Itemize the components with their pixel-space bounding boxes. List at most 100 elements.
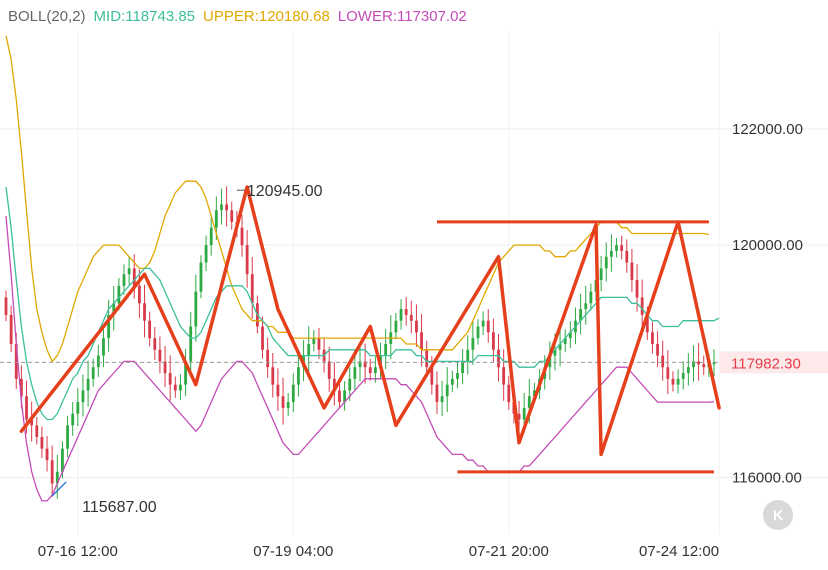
candle-body (4, 297, 8, 315)
candle-body (502, 367, 506, 385)
candle-body (409, 314, 413, 321)
candle-body (173, 384, 177, 391)
candle-body (599, 268, 603, 280)
candle-body (50, 460, 54, 484)
candle-body (620, 245, 624, 251)
annotation-low-label: 115687.00 (82, 499, 157, 516)
candle-body (194, 291, 198, 327)
candle-body (307, 343, 311, 356)
candle-body (66, 425, 69, 449)
candle-body (179, 384, 182, 391)
candle-body (266, 349, 270, 368)
candle-body (456, 373, 459, 379)
candle-body (348, 378, 352, 391)
candle-body (681, 373, 685, 379)
candle-body (640, 297, 644, 315)
candle-body (661, 355, 665, 368)
candle-body (45, 448, 49, 461)
candle-body (9, 314, 13, 344)
candle-body (702, 364, 706, 368)
candle-body (148, 320, 152, 339)
x-tick-label: 07-21 20:00 (469, 543, 549, 560)
candle-body (635, 280, 639, 298)
candle-body (476, 326, 480, 339)
candle-body (686, 367, 690, 374)
candle-body (209, 227, 213, 246)
candle-body (71, 413, 75, 426)
candle-body (163, 361, 167, 374)
candle-body (481, 320, 485, 327)
candle-body (122, 274, 126, 286)
candle-body (276, 384, 280, 397)
candle-body (225, 204, 229, 211)
candle-body (497, 349, 500, 368)
candle-body (250, 274, 254, 304)
candle-body (604, 256, 608, 269)
k-toggle-button[interactable]: K (763, 500, 793, 530)
last-price-label: 117982.30 (731, 355, 801, 372)
candle-body (445, 384, 449, 397)
candle-body (245, 245, 249, 275)
y-tick-label: 116000.00 (732, 470, 802, 487)
candle-body (204, 245, 208, 263)
candle-body (271, 367, 275, 385)
candle-body (143, 303, 146, 321)
y-tick-label: 122000.00 (732, 121, 803, 138)
x-tick-label: 07-16 12:00 (38, 543, 118, 560)
candle-body (214, 210, 218, 228)
candle-body (189, 326, 193, 362)
candle-body (404, 309, 408, 315)
candle-body (399, 309, 403, 321)
candle-body (230, 210, 234, 222)
candle-body (384, 343, 388, 356)
candle-body (117, 285, 121, 304)
candle-body (261, 326, 264, 350)
candle-body (471, 338, 475, 350)
candle-body (327, 361, 331, 379)
candle-body (102, 338, 105, 356)
candle-body (199, 262, 203, 292)
y-tick-label: 120000.00 (732, 237, 803, 254)
candle-body (671, 378, 675, 385)
candle-body (420, 332, 423, 350)
candlestick-chart[interactable]: 122000.00 120000.00 116000.00 07-16 12:00 07… (0, 0, 828, 570)
candle-body (297, 367, 300, 385)
chart-root: BOLL(20,2) MID:118743.85 UPPER:120180.68 LO… (0, 0, 828, 570)
candle-body (338, 390, 341, 403)
candle-body (584, 303, 588, 310)
candle-body (153, 338, 157, 350)
candle-body (676, 378, 680, 385)
candle-body (81, 390, 85, 403)
candle-body (76, 402, 80, 414)
x-tick-label: 07-24 12:00 (639, 543, 719, 560)
candle-body (435, 384, 439, 403)
candle-body (240, 227, 244, 246)
candle-body (625, 250, 629, 263)
candle-body (127, 268, 131, 275)
candle-body (220, 204, 223, 211)
candle-body (317, 338, 321, 350)
candle-body (291, 384, 295, 403)
candle-body (137, 285, 141, 304)
candle-body (450, 378, 454, 385)
candle-body (491, 332, 495, 350)
candle-body (286, 402, 290, 408)
candle-body (522, 407, 526, 420)
candle-body (91, 367, 95, 379)
drawn-trend-zigzag (19, 185, 721, 457)
candle-body (666, 367, 670, 379)
candle-body (368, 367, 372, 374)
candle-body (651, 332, 654, 344)
candle-body (158, 349, 162, 362)
candle-body (507, 384, 511, 403)
candle-body (697, 361, 701, 365)
candle-body (415, 320, 418, 333)
candle-body (615, 245, 618, 251)
candle-body (312, 338, 316, 344)
candle-body (425, 349, 429, 368)
x-tick-label: 07-19 04:00 (253, 543, 333, 560)
candle-body (40, 436, 44, 449)
candle-body (25, 396, 28, 420)
candle-body (609, 250, 613, 257)
candle-body (373, 367, 377, 374)
